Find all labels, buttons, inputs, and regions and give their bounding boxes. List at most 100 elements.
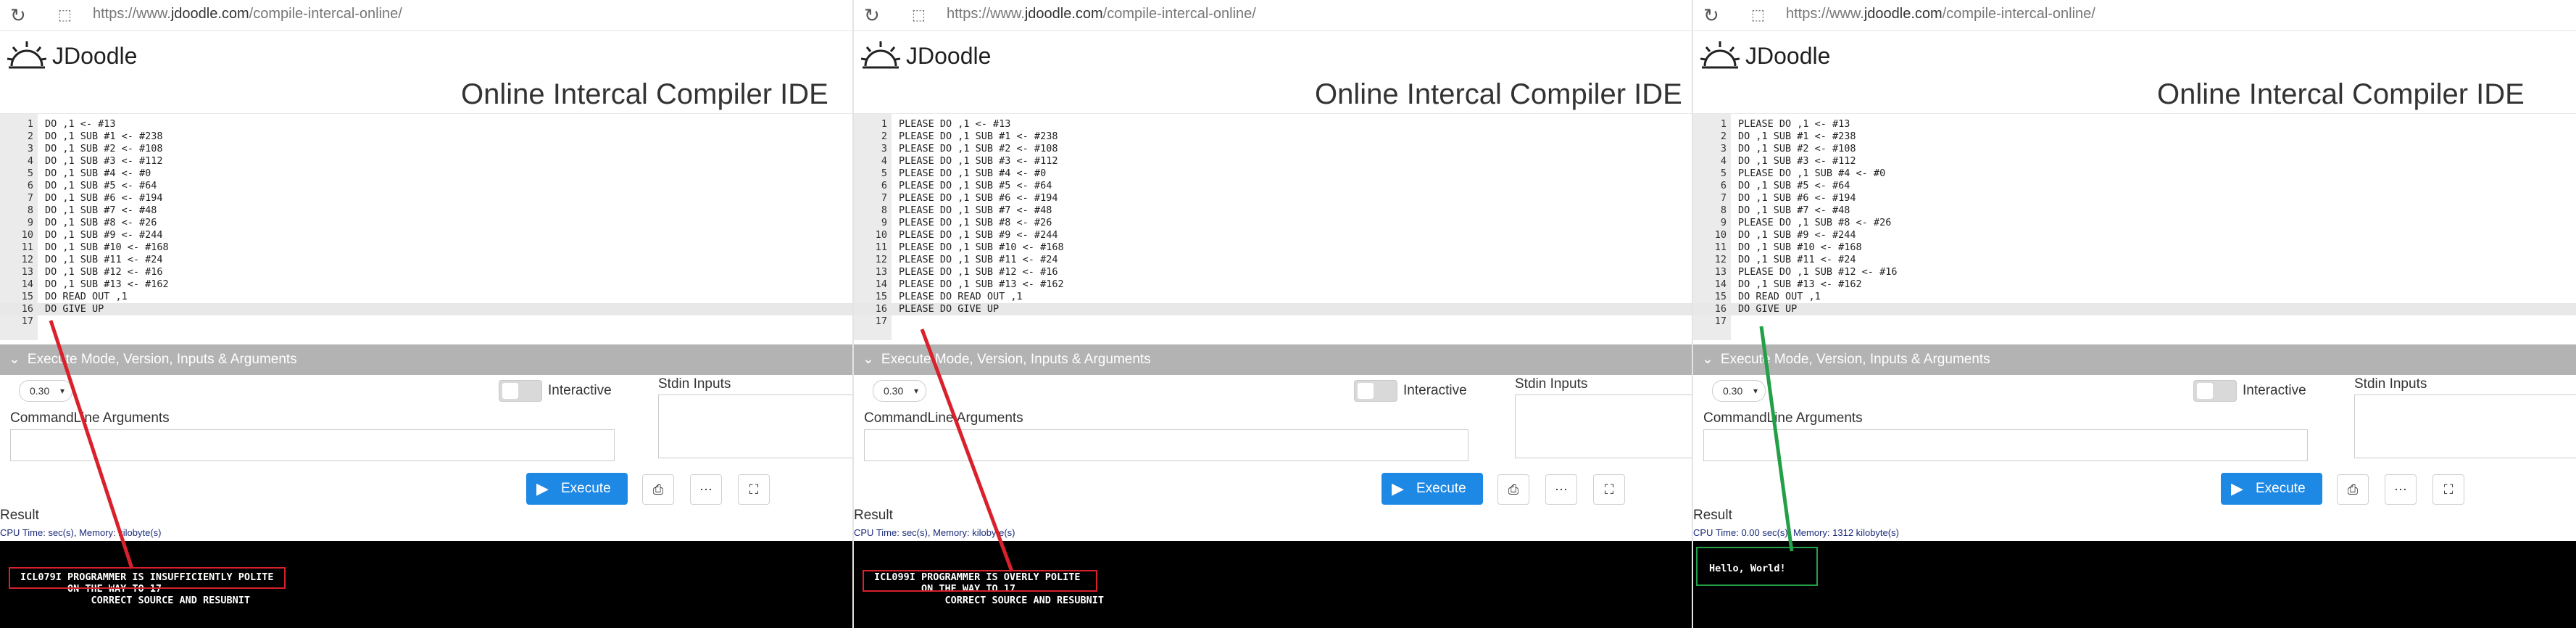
- reload-icon[interactable]: ↻: [864, 4, 880, 26]
- code-line[interactable]: 1 DO ,1 <- #13: [0, 118, 852, 131]
- interactive-toggle[interactable]: [1354, 380, 1397, 402]
- url-domain: jdoodle.com: [1024, 6, 1103, 22]
- execute-label: Execute: [561, 481, 611, 496]
- cmd-args-input[interactable]: [864, 429, 1468, 461]
- execute-button[interactable]: ▶ Execute: [526, 473, 628, 505]
- code-line[interactable]: 2 DO ,1 SUB #1 <- #238: [1693, 131, 2576, 143]
- more-button[interactable]: ⋯: [1545, 474, 1577, 505]
- code-editor[interactable]: 1 PLEASE DO ,1 <- #13 2 PLEASE DO ,1 SUB #1…: [854, 113, 1692, 340]
- code-text: PLEASE DO READ OUT ,1: [899, 291, 1023, 302]
- code-line[interactable]: 5 DO ,1 SUB #4 <- #0: [0, 168, 852, 180]
- stdin-input[interactable]: [2354, 394, 2576, 458]
- execute-mode-toggle-bar[interactable]: ⌄ Execute Mode, Version, Inputs & Argumen…: [0, 344, 852, 375]
- code-line[interactable]: 10 PLEASE DO ,1 SUB #9 <- #244: [854, 229, 1692, 241]
- mode-bar-label: Execute Mode, Version, Inputs & Argument…: [1720, 352, 1990, 367]
- code-line[interactable]: 7 PLEASE DO ,1 SUB #6 <- #194: [854, 192, 1692, 204]
- code-line[interactable]: 6 DO ,1 SUB #5 <- #64: [0, 180, 852, 192]
- code-line[interactable]: 11 DO ,1 SUB #10 <- #168: [1693, 241, 2576, 254]
- code-line[interactable]: 4 DO ,1 SUB #3 <- #112: [0, 155, 852, 168]
- code-line[interactable]: 14 DO ,1 SUB #13 <- #162: [0, 278, 852, 291]
- browser-url-bar[interactable]: ↻ ⬚ https://www.jdoodle.com/compile-interc…: [1693, 0, 2576, 31]
- code-line[interactable]: 14 DO ,1 SUB #13 <- #162: [1693, 278, 2576, 291]
- file-button[interactable]: ⎙: [642, 474, 674, 505]
- code-line[interactable]: 12 DO ,1 SUB #11 <- #24: [0, 254, 852, 266]
- code-line[interactable]: 8 PLEASE DO ,1 SUB #7 <- #48: [854, 204, 1692, 217]
- code-line[interactable]: 17: [1693, 315, 2576, 328]
- execute-button[interactable]: ▶ Execute: [1382, 473, 1483, 505]
- code-editor[interactable]: 1 DO ,1 <- #13 2 DO ,1 SUB #1 <- #238 3 DO ,1…: [0, 113, 852, 340]
- code-text: PLEASE DO ,1 SUB #3 <- #112: [899, 155, 1058, 167]
- fullscreen-button[interactable]: ⛶: [1593, 474, 1625, 505]
- code-line[interactable]: 12 PLEASE DO ,1 SUB #11 <- #24: [854, 254, 1692, 266]
- browser-url-bar[interactable]: ↻ ⬚ https://www.jdoodle.com/compile-interc…: [854, 0, 1692, 31]
- interactive-toggle[interactable]: [2193, 380, 2237, 402]
- reload-icon[interactable]: ↻: [1703, 4, 1719, 26]
- code-line[interactable]: 12 DO ,1 SUB #11 <- #24: [1693, 254, 2576, 266]
- code-line[interactable]: 8 DO ,1 SUB #7 <- #48: [0, 204, 852, 217]
- code-line[interactable]: 15 PLEASE DO READ OUT ,1: [854, 291, 1692, 303]
- code-line[interactable]: 3 DO ,1 SUB #2 <- #108: [0, 143, 852, 155]
- code-line[interactable]: 13 DO ,1 SUB #12 <- #16: [0, 266, 852, 278]
- file-button[interactable]: ⎙: [1497, 474, 1529, 505]
- execute-button[interactable]: ▶ Execute: [2221, 473, 2322, 505]
- code-line[interactable]: 4 DO ,1 SUB #3 <- #112: [1693, 155, 2576, 168]
- reload-icon[interactable]: ↻: [10, 4, 26, 26]
- code-line[interactable]: 7 DO ,1 SUB #6 <- #194: [1693, 192, 2576, 204]
- version-select[interactable]: 0.30 ▾: [1712, 380, 1766, 402]
- code-line[interactable]: 5 PLEASE DO ,1 SUB #4 <- #0: [1693, 168, 2576, 180]
- line-number: 17: [1714, 315, 1727, 327]
- code-line[interactable]: 15 DO READ OUT ,1: [0, 291, 852, 303]
- code-line[interactable]: 15 DO READ OUT ,1: [1693, 291, 2576, 303]
- code-line[interactable]: 16 DO GIVE UP: [1693, 303, 2576, 315]
- file-button[interactable]: ⎙: [2337, 474, 2369, 505]
- code-line[interactable]: 11 DO ,1 SUB #10 <- #168: [0, 241, 852, 254]
- code-line[interactable]: 9 DO ,1 SUB #8 <- #26: [0, 217, 852, 229]
- code-line[interactable]: 11 PLEASE DO ,1 SUB #10 <- #168: [854, 241, 1692, 254]
- code-editor[interactable]: 1 PLEASE DO ,1 <- #13 2 DO ,1 SUB #1 <- #23…: [1693, 113, 2576, 340]
- url-text[interactable]: https://www.jdoodle.com/compile-intercal…: [1786, 6, 2095, 22]
- code-line[interactable]: 16 PLEASE DO GIVE UP: [854, 303, 1692, 315]
- code-line[interactable]: 8 DO ,1 SUB #7 <- #48: [1693, 204, 2576, 217]
- code-line[interactable]: 13 PLEASE DO ,1 SUB #12 <- #16: [854, 266, 1692, 278]
- url-text[interactable]: https://www.jdoodle.com/compile-intercal…: [93, 6, 402, 22]
- code-line[interactable]: 13 PLEASE DO ,1 SUB #12 <- #16: [1693, 266, 2576, 278]
- more-button[interactable]: ⋯: [690, 474, 722, 505]
- stdin-input[interactable]: [658, 394, 852, 458]
- fullscreen-button[interactable]: ⛶: [2432, 474, 2464, 505]
- url-text[interactable]: https://www.jdoodle.com/compile-intercal…: [947, 6, 1256, 22]
- code-line[interactable]: 9 PLEASE DO ,1 SUB #8 <- #26: [854, 217, 1692, 229]
- code-line[interactable]: 6 PLEASE DO ,1 SUB #5 <- #64: [854, 180, 1692, 192]
- code-line[interactable]: 3 DO ,1 SUB #2 <- #108: [1693, 143, 2576, 155]
- sun-logo-icon: [1700, 41, 1740, 69]
- code-line[interactable]: 9 PLEASE DO ,1 SUB #8 <- #26: [1693, 217, 2576, 229]
- code-line[interactable]: 6 DO ,1 SUB #5 <- #64: [1693, 180, 2576, 192]
- code-line[interactable]: 1 PLEASE DO ,1 <- #13: [1693, 118, 2576, 131]
- code-line[interactable]: 4 PLEASE DO ,1 SUB #3 <- #112: [854, 155, 1692, 168]
- code-text: DO ,1 SUB #7 <- #48: [45, 204, 157, 216]
- brand-name: JDoodle: [1745, 43, 1831, 69]
- version-select[interactable]: 0.30 ▾: [19, 380, 72, 402]
- code-line[interactable]: 17: [0, 315, 852, 328]
- cmd-args-input[interactable]: [10, 429, 615, 461]
- interactive-toggle[interactable]: [499, 380, 542, 402]
- execute-mode-toggle-bar[interactable]: ⌄ Execute Mode, Version, Inputs & Argumen…: [854, 344, 1692, 375]
- execute-mode-toggle-bar[interactable]: ⌄ Execute Mode, Version, Inputs & Argumen…: [1693, 344, 2576, 375]
- code-line[interactable]: 2 DO ,1 SUB #1 <- #238: [0, 131, 852, 143]
- code-line[interactable]: 14 PLEASE DO ,1 SUB #13 <- #162: [854, 278, 1692, 291]
- code-line[interactable]: 16 DO GIVE UP: [0, 303, 852, 315]
- code-line[interactable]: 10 DO ,1 SUB #9 <- #244: [0, 229, 852, 241]
- code-line[interactable]: 10 DO ,1 SUB #9 <- #244: [1693, 229, 2576, 241]
- code-line[interactable]: 17: [854, 315, 1692, 328]
- more-button[interactable]: ⋯: [2385, 474, 2417, 505]
- cmd-args-input[interactable]: [1703, 429, 2308, 461]
- code-line[interactable]: 5 PLEASE DO ,1 SUB #4 <- #0: [854, 168, 1692, 180]
- code-line[interactable]: 1 PLEASE DO ,1 <- #13: [854, 118, 1692, 131]
- version-select[interactable]: 0.30 ▾: [873, 380, 926, 402]
- code-line[interactable]: 7 DO ,1 SUB #6 <- #194: [0, 192, 852, 204]
- code-line[interactable]: 3 PLEASE DO ,1 SUB #2 <- #108: [854, 143, 1692, 155]
- code-text: PLEASE DO ,1 <- #13: [1738, 118, 1850, 130]
- fullscreen-button[interactable]: ⛶: [738, 474, 770, 505]
- browser-url-bar[interactable]: ↻ ⬚ https://www.jdoodle.com/compile-interc…: [0, 0, 852, 31]
- stdin-input[interactable]: [1515, 394, 1692, 458]
- code-line[interactable]: 2 PLEASE DO ,1 SUB #1 <- #238: [854, 131, 1692, 143]
